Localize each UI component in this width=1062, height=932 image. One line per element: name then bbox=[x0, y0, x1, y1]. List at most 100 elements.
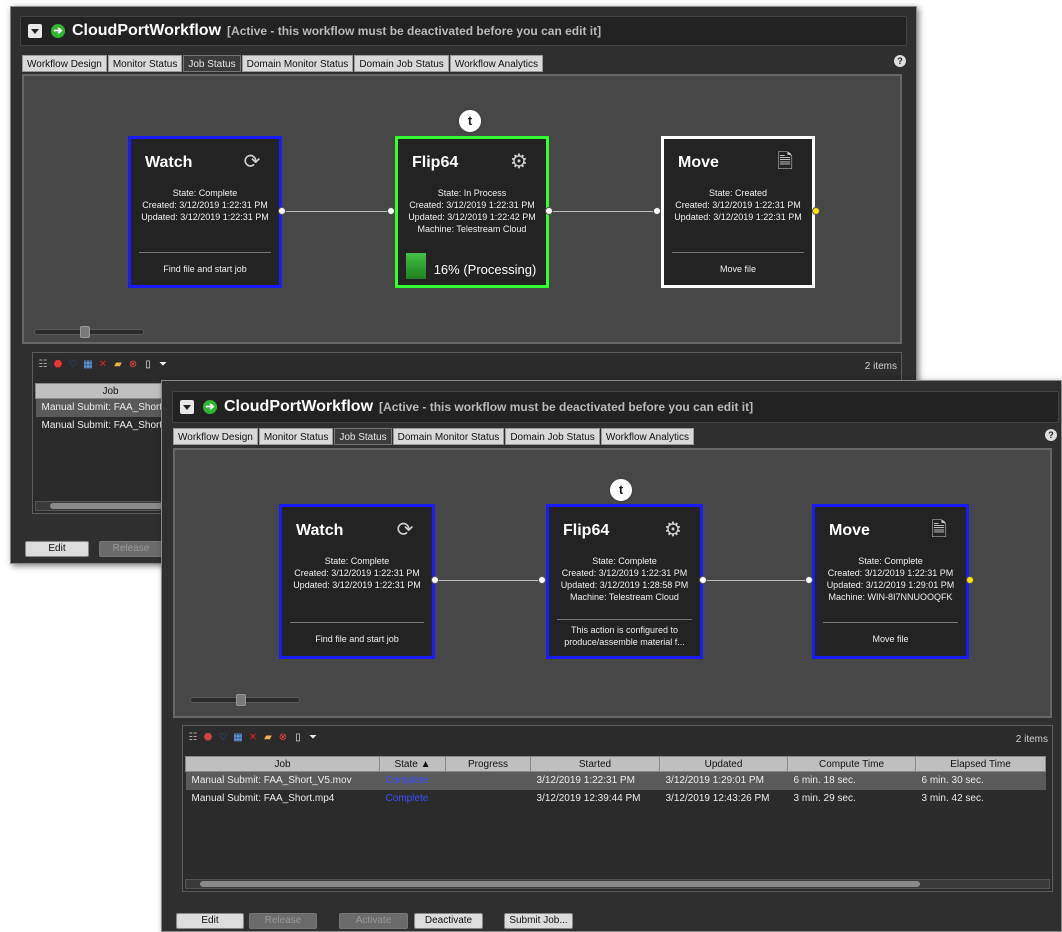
submit-job-button[interactable]: Submit Job... bbox=[504, 913, 573, 929]
node-flip64[interactable]: Flip64 ⚙ State: In Process Created: 3/12… bbox=[395, 136, 549, 288]
gears-icon: ⚙ bbox=[664, 519, 682, 541]
output-port[interactable] bbox=[699, 576, 707, 584]
node-info: State: Complete Created: 3/12/2019 1:22:… bbox=[293, 556, 421, 590]
workflow-name: CloudPortWorkflow bbox=[72, 22, 222, 39]
input-port[interactable] bbox=[538, 576, 546, 584]
divider bbox=[672, 252, 804, 253]
horizontal-scrollbar[interactable] bbox=[185, 879, 1050, 889]
column-header-job[interactable]: Job bbox=[185, 756, 380, 772]
columns-icon[interactable]: ☷ bbox=[187, 732, 199, 744]
tab-bar: Workflow Design Monitor Status Job Statu… bbox=[173, 428, 695, 445]
output-port[interactable] bbox=[966, 576, 974, 584]
cancel-icon[interactable]: ⊗ bbox=[277, 732, 289, 744]
tab-domain-job-status[interactable]: Domain Job Status bbox=[354, 55, 449, 72]
help-icon[interactable]: ? bbox=[1045, 429, 1057, 441]
column-header-updated[interactable]: Updated bbox=[659, 756, 788, 772]
active-arrow-icon: ➔ bbox=[51, 24, 65, 38]
progress-bar bbox=[406, 253, 426, 279]
table-row[interactable]: Manual Submit: FAA_Short.mp4 Complete 3/… bbox=[186, 790, 1046, 808]
job-list-panel: ☷ ⬣ ♡ ▦ ✕ ▰ ⊗ ▯ ⏷ 2 items Job State ▲ Pr… bbox=[182, 725, 1053, 892]
filter-icon[interactable]: ⏷ bbox=[157, 359, 169, 371]
scrollbar-thumb[interactable] bbox=[200, 881, 920, 887]
node-description: Find file and start job bbox=[163, 264, 247, 274]
collapse-icon[interactable] bbox=[180, 400, 194, 414]
node-title: Flip64 bbox=[563, 522, 610, 539]
filter-icon[interactable]: ⏷ bbox=[307, 732, 319, 744]
edit-button[interactable]: Edit bbox=[176, 913, 244, 929]
node-flip64[interactable]: Flip64 ⚙ State: Complete Created: 3/12/2… bbox=[546, 504, 703, 659]
cancel-icon[interactable]: ⊗ bbox=[127, 359, 139, 371]
columns-icon[interactable]: ☷ bbox=[37, 359, 49, 371]
zoom-slider-knob[interactable] bbox=[80, 326, 90, 338]
tab-workflow-analytics[interactable]: Workflow Analytics bbox=[600, 428, 694, 445]
node-description: Move file bbox=[872, 634, 909, 644]
node-description: Move file bbox=[719, 264, 756, 274]
timer-icon[interactable]: t bbox=[608, 477, 634, 503]
zoom-slider-knob[interactable] bbox=[236, 694, 246, 706]
heart-icon[interactable]: ♡ bbox=[217, 732, 229, 744]
grid-icon[interactable]: ▦ bbox=[82, 359, 94, 371]
input-port[interactable] bbox=[387, 207, 395, 215]
tab-job-status[interactable]: Job Status bbox=[183, 55, 241, 72]
output-port[interactable] bbox=[278, 207, 286, 215]
input-port[interactable] bbox=[653, 207, 661, 215]
state-cell: Complete bbox=[379, 771, 446, 790]
column-header-started[interactable]: Started bbox=[530, 756, 660, 772]
document-icon[interactable]: ▯ bbox=[292, 732, 304, 744]
node-info: State: In Process Created: 3/12/2019 1:2… bbox=[408, 188, 536, 234]
output-port[interactable] bbox=[812, 207, 820, 215]
table-row[interactable]: Manual Submit: FAA_Short_V5.mov Complete… bbox=[185, 771, 1046, 790]
release-button[interactable]: Release bbox=[249, 913, 317, 929]
workflow-name: CloudPortWorkflow bbox=[224, 398, 374, 415]
stop-icon[interactable]: ⬣ bbox=[52, 359, 64, 371]
divider bbox=[139, 252, 271, 253]
deactivate-button[interactable]: Deactivate bbox=[414, 913, 483, 929]
tab-monitor-status[interactable]: Monitor Status bbox=[258, 428, 334, 445]
edit-button[interactable]: Edit bbox=[25, 541, 89, 557]
job-table: Job State ▲ Progress Started Updated Com… bbox=[185, 756, 1046, 808]
output-port[interactable] bbox=[545, 207, 553, 215]
node-move[interactable]: Move 🗎 State: Complete Created: 3/12/201… bbox=[812, 504, 969, 659]
workflow-status: [Active - this workflow must be deactiva… bbox=[227, 24, 602, 38]
delete-icon[interactable]: ✕ bbox=[97, 359, 109, 371]
input-port[interactable] bbox=[805, 576, 813, 584]
item-count: 2 items bbox=[1015, 734, 1048, 745]
heart-icon[interactable]: ♡ bbox=[67, 359, 79, 371]
gears-icon: ⚙ bbox=[510, 151, 528, 173]
workflow-title-bar: ➔ CloudPortWorkflow [Active - this workf… bbox=[172, 391, 1059, 423]
column-header-state[interactable]: State ▲ bbox=[379, 756, 446, 772]
grid-icon[interactable]: ▦ bbox=[232, 732, 244, 744]
help-icon[interactable]: ? bbox=[894, 55, 906, 67]
column-header-compute-time[interactable]: Compute Time bbox=[787, 756, 916, 772]
folder-icon[interactable]: ▰ bbox=[262, 732, 274, 744]
timer-icon[interactable]: t bbox=[457, 108, 483, 134]
folder-icon[interactable]: ▰ bbox=[112, 359, 124, 371]
document-icon[interactable]: ▯ bbox=[142, 359, 154, 371]
stop-icon[interactable]: ⬣ bbox=[202, 732, 214, 744]
tab-workflow-analytics[interactable]: Workflow Analytics bbox=[449, 55, 543, 72]
tab-domain-monitor-status[interactable]: Domain Monitor Status bbox=[392, 428, 505, 445]
workflow-title-bar: ➔ CloudPortWorkflow [Active - this workf… bbox=[20, 16, 907, 46]
output-port[interactable] bbox=[431, 576, 439, 584]
collapse-icon[interactable] bbox=[28, 24, 42, 38]
table-header-row: Job State ▲ Progress Started Updated Com… bbox=[185, 756, 1046, 772]
delete-icon[interactable]: ✕ bbox=[247, 732, 259, 744]
tab-workflow-design[interactable]: Workflow Design bbox=[173, 428, 258, 445]
scrollbar-thumb[interactable] bbox=[50, 503, 170, 509]
tab-domain-monitor-status[interactable]: Domain Monitor Status bbox=[241, 55, 354, 72]
activate-button[interactable]: Activate bbox=[339, 913, 408, 929]
column-header-elapsed-time[interactable]: Elapsed Time bbox=[915, 756, 1046, 772]
node-watch[interactable]: Watch ⟳ State: Complete Created: 3/12/20… bbox=[128, 136, 282, 288]
zoom-slider[interactable] bbox=[34, 326, 144, 338]
zoom-slider[interactable] bbox=[190, 694, 300, 706]
node-move[interactable]: Move 🗎 State: Created Created: 3/12/2019… bbox=[661, 136, 815, 288]
tab-domain-job-status[interactable]: Domain Job Status bbox=[505, 428, 600, 445]
node-title: Move bbox=[678, 154, 719, 171]
column-header-progress[interactable]: Progress bbox=[445, 756, 531, 772]
watch-icon: ⟳ bbox=[396, 519, 414, 541]
tab-workflow-design[interactable]: Workflow Design bbox=[22, 55, 107, 72]
tab-job-status[interactable]: Job Status bbox=[334, 428, 392, 445]
node-watch[interactable]: Watch ⟳ State: Complete Created: 3/12/20… bbox=[279, 504, 435, 659]
tab-monitor-status[interactable]: Monitor Status bbox=[107, 55, 183, 72]
release-button[interactable]: Release bbox=[99, 541, 163, 557]
